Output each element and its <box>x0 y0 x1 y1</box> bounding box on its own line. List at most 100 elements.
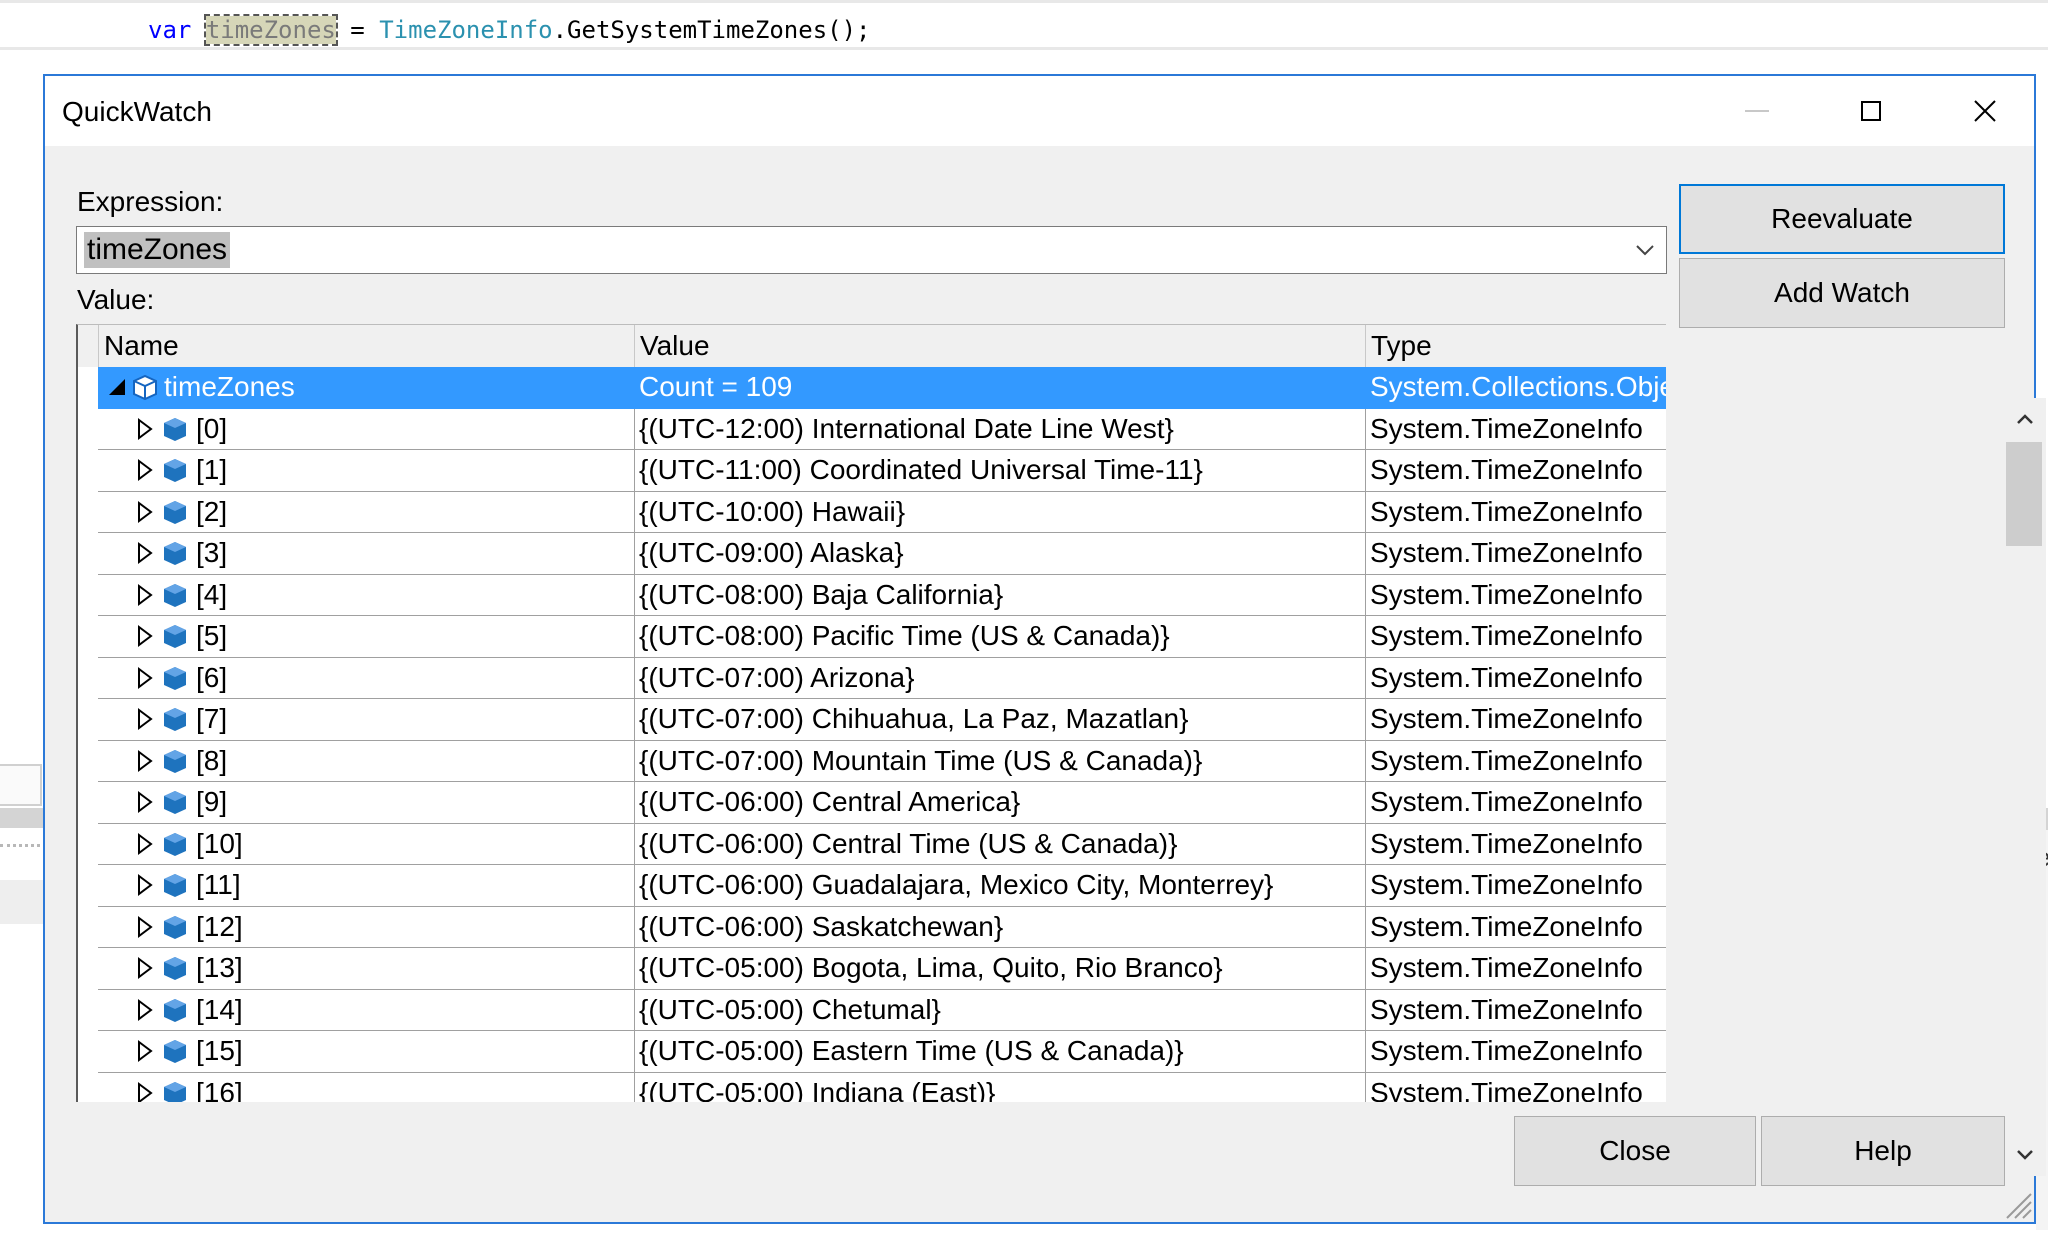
type-cell: System.TimeZoneInfo <box>1365 491 1666 532</box>
row-cells: [5] {(UTC-08:00) Pacific Time (US & Canad… <box>98 616 1666 658</box>
table-row[interactable]: [10] {(UTC-06:00) Central Time (US & Cana… <box>78 823 1666 865</box>
close-button[interactable]: Close <box>1514 1116 1756 1186</box>
value-cell: {(UTC-06:00) Saskatchewan} <box>634 906 1365 947</box>
maximize-button[interactable] <box>1814 76 1928 146</box>
expand-triangle-icon[interactable] <box>134 749 156 773</box>
table-row-root[interactable]: timeZones Count = 109 System.Collections… <box>78 367 1666 409</box>
table-row[interactable]: [4] {(UTC-08:00) Baja California} System.T… <box>78 574 1666 616</box>
expression-input[interactable]: timeZones <box>84 232 231 268</box>
value-cell: {(UTC-05:00) Bogota, Lima, Quito, Rio Br… <box>634 948 1365 989</box>
table-row[interactable]: [16] {(UTC-05:00) Indiana (East)} System.T… <box>78 1072 1666 1103</box>
value-cell: {(UTC-06:00) Guadalajara, Mexico City, M… <box>634 865 1365 906</box>
name-cell: [6] <box>98 658 634 699</box>
expand-triangle-icon[interactable] <box>134 915 156 939</box>
table-row[interactable]: [13] {(UTC-05:00) Bogota, Lima, Quito, Ri… <box>78 948 1666 990</box>
row-gutter <box>78 906 98 948</box>
code-line: var timeZones = TimeZoneInfo.GetSystemTi… <box>0 0 2048 50</box>
expand-triangle-icon[interactable] <box>134 666 156 690</box>
vertical-scrollbar[interactable] <box>2004 398 2046 1176</box>
scroll-up-button[interactable] <box>2004 398 2046 440</box>
expand-triangle-icon[interactable] <box>134 873 156 897</box>
grid-header: Name Value Type <box>78 325 1666 367</box>
object-cube-icon <box>164 500 186 524</box>
table-row[interactable]: [12] {(UTC-06:00) Saskatchewan} System.Tim… <box>78 906 1666 948</box>
column-header-name[interactable]: Name <box>98 325 634 367</box>
row-cells: [4] {(UTC-08:00) Baja California} System.T… <box>98 574 1666 616</box>
row-gutter <box>78 408 98 450</box>
table-row[interactable]: [8] {(UTC-07:00) Mountain Time (US & Cana… <box>78 740 1666 782</box>
object-cube-icon <box>164 459 186 482</box>
row-name: [1] <box>196 454 228 485</box>
window-close-button[interactable] <box>1928 76 2042 146</box>
code-operator: = <box>335 16 380 44</box>
table-row[interactable]: [1] {(UTC-11:00) Coordinated Universal Ti… <box>78 450 1666 492</box>
object-cube-icon <box>164 749 186 773</box>
row-gutter <box>78 865 98 907</box>
row-name: [4] <box>196 578 228 610</box>
type-cell: System.TimeZoneInfo <box>1365 740 1666 781</box>
column-header-value[interactable]: Value <box>634 325 1365 367</box>
value-cell: {(UTC-08:00) Baja California} <box>634 574 1365 615</box>
expand-triangle-icon[interactable] <box>134 417 156 441</box>
expand-triangle-icon[interactable] <box>134 541 156 565</box>
object-cube-icon <box>164 957 186 980</box>
object-cube-icon <box>164 998 186 1022</box>
table-row[interactable]: [0] {(UTC-12:00) International Date Line … <box>78 408 1666 450</box>
row-gutter <box>78 740 98 782</box>
value-cell: {(UTC-10:00) Hawaii} <box>634 491 1365 532</box>
expand-triangle-icon[interactable] <box>134 832 156 856</box>
table-row[interactable]: [9] {(UTC-06:00) Central America} System.T… <box>78 782 1666 824</box>
scroll-down-button[interactable] <box>2004 1134 2046 1176</box>
help-button[interactable]: Help <box>1761 1116 2005 1186</box>
type-cell: System.TimeZoneInfo <box>1365 616 1666 657</box>
chevron-down-icon[interactable] <box>1632 237 1658 263</box>
scroll-thumb[interactable] <box>2006 442 2042 546</box>
code-variable[interactable]: timeZones <box>203 14 338 46</box>
expand-triangle-icon[interactable] <box>134 500 156 524</box>
watch-grid[interactable]: Name Value Type timeZones Count = 109 Sy… <box>76 324 1666 1102</box>
row-gutter <box>78 657 98 699</box>
expand-triangle-icon[interactable] <box>134 998 156 1022</box>
expand-triangle-icon[interactable] <box>134 624 156 648</box>
table-row[interactable]: [7] {(UTC-07:00) Chihuahua, La Paz, Mazat… <box>78 699 1666 741</box>
row-cells: [6] {(UTC-07:00) Arizona} System.TimeZoneI… <box>98 657 1666 699</box>
table-row[interactable]: [2] {(UTC-10:00) Hawaii} System.TimeZoneIn… <box>78 491 1666 533</box>
table-row[interactable]: [3] {(UTC-09:00) Alaska} System.TimeZoneIn… <box>78 533 1666 575</box>
expand-triangle-icon[interactable] <box>134 1081 156 1103</box>
name-cell: [16] <box>98 1073 634 1103</box>
row-cells: [14] {(UTC-05:00) Chetumal} System.TimeZon… <box>98 989 1666 1031</box>
name-cell: [10] <box>98 824 634 865</box>
value-cell: {(UTC-06:00) Central America} <box>634 782 1365 823</box>
expand-triangle-icon[interactable] <box>134 956 156 980</box>
table-row[interactable]: [11] {(UTC-06:00) Guadalajara, Mexico Cit… <box>78 865 1666 907</box>
expression-combobox[interactable]: timeZones <box>76 226 1667 274</box>
add-watch-button[interactable]: Add Watch <box>1679 258 2005 328</box>
root-name: timeZones <box>164 371 295 402</box>
minimize-button[interactable] <box>1700 76 1814 146</box>
expand-triangle-icon[interactable] <box>134 1039 156 1063</box>
expand-triangle-icon[interactable] <box>134 458 156 482</box>
code-text: var timeZones = TimeZoneInfo.GetSystemTi… <box>148 14 871 46</box>
value-cell: {(UTC-06:00) Central Time (US & Canada)} <box>634 823 1365 864</box>
expand-triangle-icon[interactable] <box>134 707 156 731</box>
table-row[interactable]: [14] {(UTC-05:00) Chetumal} System.TimeZon… <box>78 989 1666 1031</box>
object-cube-icon <box>164 1081 186 1102</box>
row-name: [13] <box>196 952 243 983</box>
value-cell: {(UTC-05:00) Indiana (East)} <box>634 1072 1365 1102</box>
collapse-triangle-icon[interactable] <box>106 375 128 399</box>
table-row[interactable]: [15] {(UTC-05:00) Eastern Time (US & Cana… <box>78 1031 1666 1073</box>
table-row[interactable]: [5] {(UTC-08:00) Pacific Time (US & Canad… <box>78 616 1666 658</box>
row-name: [10] <box>196 827 243 859</box>
expand-triangle-icon[interactable] <box>134 583 156 607</box>
reevaluate-button[interactable]: Reevaluate <box>1679 184 2005 254</box>
title-bar[interactable]: QuickWatch <box>45 76 2034 146</box>
value-cell: {(UTC-11:00) Coordinated Universal Time-… <box>634 450 1365 491</box>
column-header-type[interactable]: Type <box>1365 325 1666 367</box>
resize-grip-icon[interactable] <box>2003 1190 2033 1220</box>
name-cell: [14] <box>98 990 634 1031</box>
expand-triangle-icon[interactable] <box>134 790 156 814</box>
table-row[interactable]: [6] {(UTC-07:00) Arizona} System.TimeZoneI… <box>78 657 1666 699</box>
type-cell: System.TimeZoneInfo <box>1365 533 1666 574</box>
value-cell: {(UTC-07:00) Chihuahua, La Paz, Mazatlan… <box>634 699 1365 740</box>
row-cells: [8] {(UTC-07:00) Mountain Time (US & Cana… <box>98 740 1666 782</box>
